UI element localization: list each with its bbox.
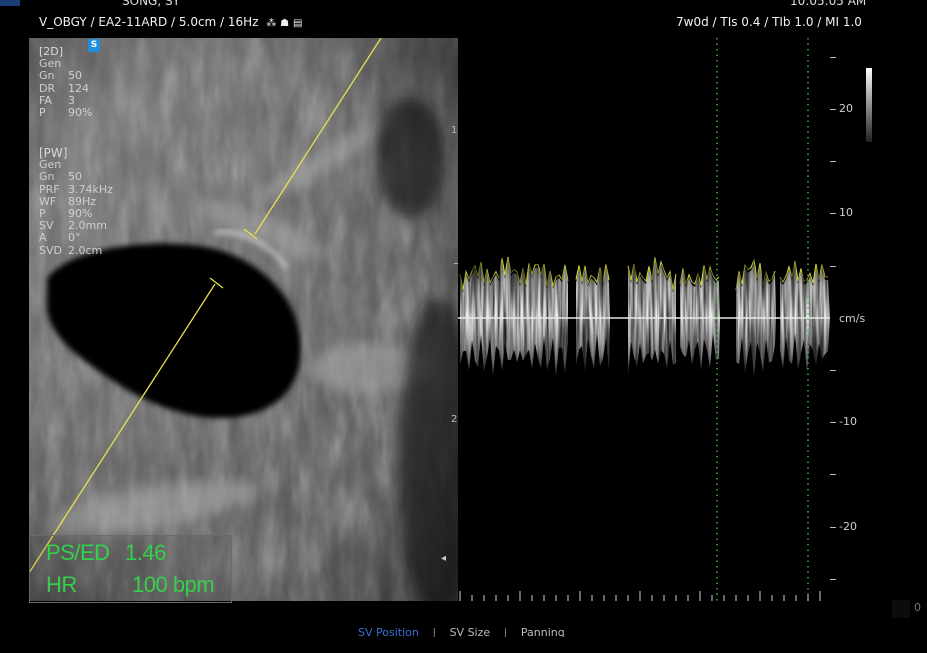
b-mode-image[interactable]: [29, 38, 458, 601]
param-2d-key: P: [39, 106, 46, 120]
softkey-sv-position[interactable]: SV Position: [358, 627, 419, 637]
softkey-sv-size[interactable]: SV Size: [450, 627, 491, 637]
measurement-box: PS/ED 1.46 HR 100 bpm: [29, 535, 232, 603]
param-pw-value: 2.0cm: [68, 243, 103, 257]
param-pw-value: 89Hz: [68, 194, 97, 208]
focus-marker-icon[interactable]: ◂: [441, 553, 446, 564]
param-pw-value: 3.74kHz: [68, 182, 113, 196]
hr-label: HR: [46, 572, 77, 597]
scale-label-neg10: -10: [839, 415, 857, 428]
param-pw-key: A: [39, 231, 47, 245]
param-2d-key: DR: [39, 81, 56, 95]
param-pw-value: 90%: [68, 207, 93, 221]
gestational-line: 7w0d / TIs 0.4 / TIb 1.0 / MI 1.0: [676, 15, 862, 29]
softkey-separator-1: |: [432, 627, 437, 637]
param-pw-row: SVD 2.0cm: [39, 243, 113, 257]
harmonic-icon: ⁂: [266, 18, 277, 29]
scale-label-20: 20: [839, 102, 853, 115]
param-2d-value: 50: [68, 69, 82, 83]
param-pw-value: 2.0mm: [68, 219, 107, 233]
params-2d-panel: [2D] Gen Gn 50 DR 124 FA 3 P 90%: [39, 45, 92, 119]
param-pw-value: 0°: [68, 231, 81, 245]
params-2d-rows: Gn 50 DR 124 FA 3 P 90%: [39, 70, 92, 119]
param-pw-key: PRF: [39, 182, 60, 196]
param-2d-row: P 90%: [39, 106, 93, 120]
softkey-separator-2: |: [503, 627, 508, 637]
hr-value: 100 bpm: [132, 572, 215, 597]
softkey-panning[interactable]: Panning: [521, 627, 565, 637]
window-corner-tab: [0, 0, 20, 6]
scale-label-10: 10: [839, 206, 853, 219]
param-2d-value: 90%: [68, 106, 93, 120]
param-2d-key: Gn: [39, 69, 55, 83]
preset-text: V_OBGY / EA2-11ARD / 5.0cm / 16Hz: [39, 15, 259, 29]
grayscale-bar: [866, 68, 872, 142]
param-pw-key: Gn: [39, 170, 55, 184]
depth-mark-2: 2: [451, 414, 458, 425]
depth-mark-1: 1: [451, 125, 458, 136]
patient-name: SONG, SY: [122, 0, 180, 8]
param-2d-value: 124: [68, 81, 89, 95]
clock: 10:05:05 AM: [790, 0, 867, 8]
param-2d-value: 3: [68, 93, 75, 107]
preset-line: V_OBGY / EA2-11ARD / 5.0cm / 16Hz ⁂ ☗ ▤: [39, 15, 302, 29]
right-panel-box: [892, 600, 910, 618]
b-mode-svg: [29, 38, 458, 601]
scale-label-neg20: -20: [839, 520, 857, 533]
ps-ed-value: 1.46: [125, 540, 166, 565]
params-pw-panel: [PW] Gen Gn 50 PRF 3.74kHz WF 89Hz P 90% SV 2.0mm…: [39, 147, 113, 257]
ps-ed-label: PS/ED: [46, 540, 110, 565]
time-axis-ticks: [459, 591, 821, 601]
param-pw-key: SVD: [39, 243, 62, 257]
param-pw-value: 50: [68, 170, 82, 184]
scan-badge: S: [88, 39, 100, 52]
lock-icon: ▤: [292, 18, 303, 29]
scale-unit: cm/s: [839, 312, 866, 325]
probe-icon: ☗: [280, 18, 290, 29]
params-pw-rows: Gn 50 PRF 3.74kHz WF 89Hz P 90% SV 2.0mm A 0° SVD 2.0…: [39, 170, 113, 257]
right-edge-digit: 0: [914, 601, 921, 614]
softkey-bar: SV Position | SV Size | Panning: [358, 627, 565, 637]
param-2d-row: DR 124: [39, 81, 92, 95]
doppler-spectrum[interactable]: [458, 38, 830, 608]
